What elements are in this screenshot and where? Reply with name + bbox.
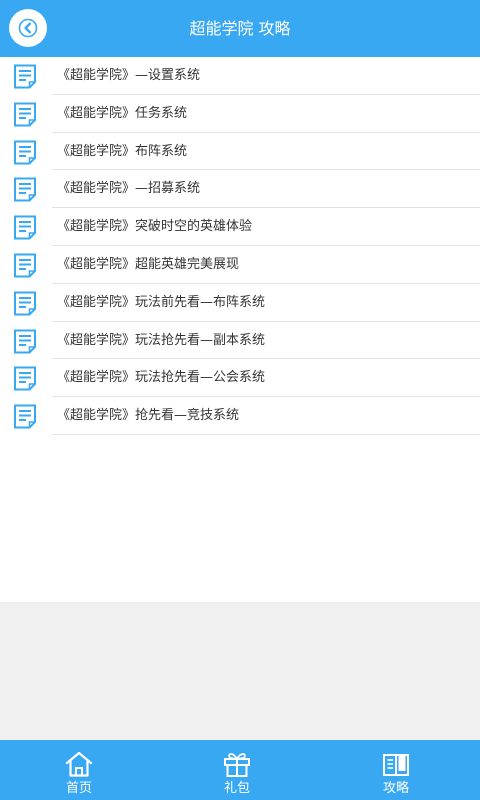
document-icon	[14, 329, 36, 354]
list-item[interactable]: 《超能学院》抢先看—竞技系统	[0, 397, 480, 435]
gift-icon	[224, 753, 250, 777]
bottom-tab-bar: 首页 礼包 攻略	[0, 740, 480, 800]
article-title: 《超能学院》抢先看—竞技系统	[57, 408, 240, 424]
document-icon	[14, 291, 36, 316]
article-title: 《超能学院》布阵系统	[57, 143, 188, 159]
list-item[interactable]: 《超能学院》—招募系统	[0, 170, 480, 209]
list-item[interactable]: 《超能学院》超能英雄完美展现	[0, 246, 480, 284]
tab-guide[interactable]: 攻略	[356, 740, 436, 800]
app-header: 超能学院 攻略	[0, 0, 480, 57]
document-icon	[14, 140, 36, 165]
document-icon	[14, 366, 36, 391]
article-title: 《超能学院》玩法抢先看—副本系统	[57, 332, 266, 348]
home-icon	[65, 751, 93, 777]
article-list: 《超能学院》—设置系统 《超能学院》任务系统 《超能学院》布阵系统 《超能学院》…	[0, 57, 480, 602]
tab-label: 攻略	[382, 781, 409, 796]
book-icon	[383, 754, 409, 776]
article-title: 《超能学院》—设置系统	[57, 68, 201, 83]
article-title: 《超能学院》突破时空的英雄体验	[57, 219, 253, 235]
article-title: 《超能学院》超能英雄完美展现	[57, 256, 240, 272]
divider	[52, 433, 480, 435]
document-icon	[14, 404, 36, 429]
list-item[interactable]: 《超能学院》突破时空的英雄体验	[0, 208, 480, 246]
article-title: 《超能学院》玩法抢先看—公会系统	[57, 370, 266, 386]
tab-label: 礼包	[223, 781, 250, 796]
document-icon	[14, 215, 36, 240]
article-title: 《超能学院》玩法前先看—布阵系统	[57, 294, 266, 310]
list-item[interactable]: 《超能学院》玩法抢先看—副本系统	[0, 322, 480, 360]
list-item[interactable]: 《超能学院》玩法前先看—布阵系统	[0, 284, 480, 322]
list-item[interactable]: 《超能学院》玩法抢先看—公会系统	[0, 359, 480, 398]
list-item[interactable]: 《超能学院》布阵系统	[0, 133, 480, 171]
article-title: 《超能学院》—招募系统	[57, 181, 201, 197]
document-icon	[14, 177, 36, 202]
tab-gift[interactable]: 礼包	[197, 740, 277, 800]
page-title: 超能学院 攻略	[189, 19, 291, 38]
list-item[interactable]: 《超能学院》—设置系统	[0, 57, 480, 95]
document-icon	[14, 253, 36, 278]
tab-label: 首页	[65, 781, 92, 796]
document-icon	[14, 64, 36, 89]
document-icon	[14, 102, 36, 127]
tab-home[interactable]: 首页	[39, 740, 119, 800]
list-item[interactable]: 《超能学院》任务系统	[0, 95, 480, 133]
article-title: 《超能学院》任务系统	[57, 105, 188, 121]
